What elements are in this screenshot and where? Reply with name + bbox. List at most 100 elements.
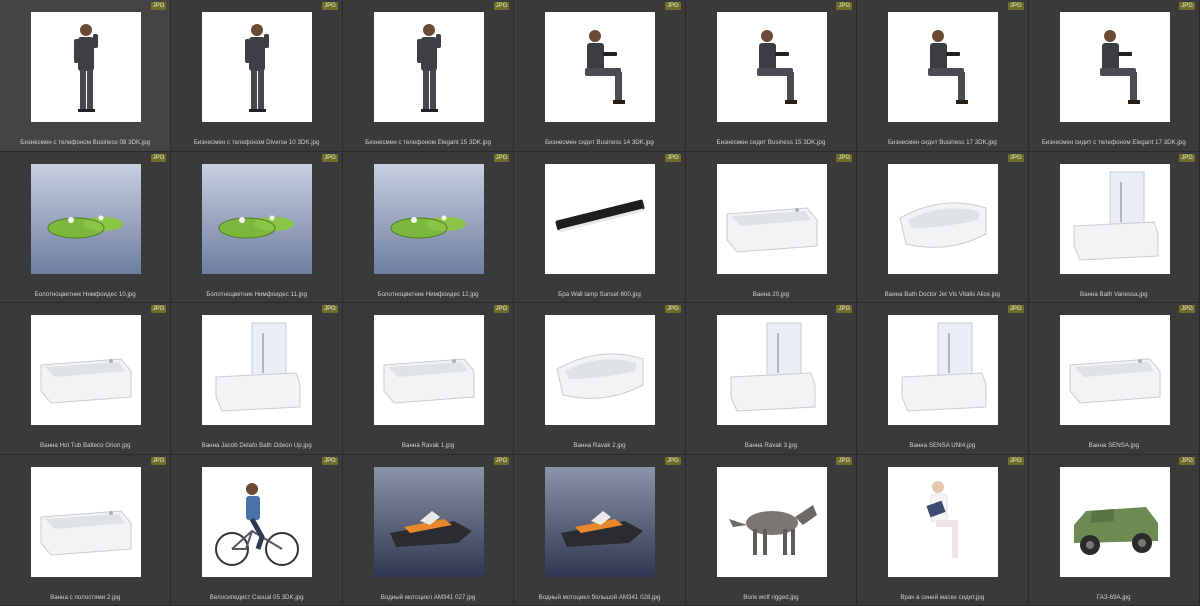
file-type-badge: JPG <box>1179 2 1195 10</box>
man-phone-thumbnail <box>31 12 141 122</box>
file-type-badge: JPG <box>836 153 853 162</box>
file-name-caption: Ванна Ravak 1.jpg <box>401 442 455 449</box>
file-type-badge: JPG <box>665 456 681 465</box>
file-tile[interactable]: JPG Ванна Ravak 3.jpg <box>685 303 858 455</box>
file-type-badge: JPG <box>836 305 853 313</box>
wall-lamp-thumbnail <box>545 163 656 274</box>
man-sitting-thumbnail <box>1059 12 1170 122</box>
file-tile[interactable]: JPG Болотноцветник Нимфоидес 10.jpg <box>0 151 172 303</box>
file-type-badge: JPG <box>1007 305 1024 313</box>
file-name-caption: Водный мотоцикл большой AM341 028.jpg <box>538 593 661 601</box>
bathtub-corner-thumbnail <box>888 163 999 274</box>
file-name-caption: Ванна 20.jpg <box>752 290 790 298</box>
file-tile[interactable]: JPG Врач в синей маске сидит.jpg <box>857 454 1029 606</box>
file-type-badge: JPG <box>1007 2 1024 10</box>
file-type-badge: JPG <box>493 153 510 162</box>
file-tile[interactable]: JPG Бизнесмен сидит с телефоном Elegant 1… <box>1028 0 1200 152</box>
file-name-caption: Волк wolf rigged.jpg <box>743 593 799 601</box>
file-type-badge: JPG <box>1007 153 1024 162</box>
file-type-badge: JPG <box>836 456 853 465</box>
file-type-badge: JPG <box>836 2 853 10</box>
file-tile[interactable]: JPG Ванна с полостями 2.jpg <box>0 454 172 606</box>
file-type-badge: JPG <box>150 2 167 10</box>
file-type-badge: JPG <box>493 456 510 465</box>
file-tile[interactable]: JPG Ванна SENSA UNI4.jpg <box>857 303 1029 455</box>
file-tile[interactable]: JPG Велосипедист Casual 05 3DK.jpg <box>171 454 343 606</box>
file-name-caption: Бизнесмен сидит Business 14 3DK.jpg <box>545 139 654 146</box>
file-tile[interactable]: JPG Болотноцветник Нимфоидес 12.jpg <box>342 151 515 303</box>
file-name-caption: Бизнесмен с телефоном Business 08 3DK.jp… <box>20 139 151 146</box>
file-type-badge: JPG <box>1007 456 1024 465</box>
file-name-caption: Болотноцветник Нимфоидес 11.jpg <box>206 290 307 298</box>
file-name-caption: Болотноцветник Нимфоидес 10.jpg <box>34 290 136 298</box>
file-tile[interactable]: JPG Ванна SENSA.jpg <box>1028 303 1200 455</box>
file-tile[interactable]: JPG Ванна Ravak 2.jpg <box>514 303 686 455</box>
file-tile[interactable]: JPG Ванна Ravak 1.jpg <box>342 303 515 455</box>
file-name-caption: ГАЗ-69А.jpg <box>1096 593 1131 601</box>
file-type-badge: JPG <box>665 153 681 162</box>
file-tile[interactable]: JPG Водный мотоцикл большой AM341 028.jpg <box>514 454 686 606</box>
file-tile[interactable]: JPG Бизнесмен сидит Business 15 3DK.jpg <box>685 0 858 152</box>
bathtub-thumbnail <box>1059 315 1170 425</box>
file-name-caption: Ванна Bath Vanessa.jpg <box>1079 290 1148 298</box>
jet-ski-thumbnail <box>545 466 656 577</box>
bathtub-thumbnail <box>716 163 827 274</box>
bathtub-screen-thumbnail <box>888 315 999 425</box>
lily-pads-thumbnail <box>202 163 313 274</box>
file-type-badge: JPG <box>150 153 167 162</box>
file-name-caption: Болотноцветник Нимфоидес 12.jpg <box>377 290 479 298</box>
bathtub-screen-thumbnail <box>1059 163 1170 274</box>
file-type-badge: JPG <box>1179 153 1195 162</box>
file-type-badge: JPG <box>322 153 338 162</box>
file-tile[interactable]: JPG Водный мотоцикл AM341 027.jpg <box>342 454 515 606</box>
bathtub-thumbnail <box>31 315 141 425</box>
file-type-badge: JPG <box>493 2 510 10</box>
file-tile[interactable]: JPG Бизнесмен сидит Business 14 3DK.jpg <box>514 0 686 152</box>
file-tile[interactable]: JPG ГАЗ-69А.jpg <box>1028 454 1200 606</box>
file-tile[interactable]: JPG Волк wolf rigged.jpg <box>685 454 858 606</box>
lily-pads-thumbnail <box>31 163 141 274</box>
file-name-caption: Бизнесмен сидит с телефоном Elegant 17 3… <box>1041 139 1186 146</box>
file-name-caption: Ванна SENSA UNI4.jpg <box>909 442 976 449</box>
file-type-badge: JPG <box>322 456 338 465</box>
file-name-caption: Бизнесмен сидит Business 15 3DK.jpg <box>716 139 826 146</box>
file-name-caption: Ванна Bath Doctor Jet Vis Vitalis Alice.… <box>884 290 1000 298</box>
file-name-caption: Ванна Hot Tub Balteco Orion.jpg <box>40 442 131 449</box>
file-name-caption: Бра Wall lamp Sunset 600.jpg <box>558 290 641 298</box>
file-tile[interactable]: JPG Бра Wall lamp Sunset 600.jpg <box>514 151 686 303</box>
file-tile[interactable]: JPG Ванна Bath Doctor Jet Vis Vitalis Ali… <box>857 151 1029 303</box>
file-tile[interactable]: JPG Ванна Bath Vanessa.jpg <box>1028 151 1200 303</box>
file-name-caption: Бизнесмен с телефоном Diverse 10 3DK.jpg <box>193 139 320 146</box>
file-name-caption: Ванна Ravak 2.jpg <box>573 442 626 449</box>
man-phone-thumbnail <box>202 12 313 122</box>
file-type-badge: JPG <box>493 305 510 313</box>
bathtub-corner-thumbnail <box>545 315 656 425</box>
file-name-caption: Велосипедист Casual 05 3DK.jpg <box>209 593 304 601</box>
man-sitting-thumbnail <box>888 12 999 122</box>
file-name-caption: Бизнесмен сидит Business 17 3DK.jpg <box>887 139 997 146</box>
file-browser-grid: JPG Бизнесмен с телефоном Business 08 3DK… <box>0 0 1200 606</box>
file-name-caption: Ванна с полостями 2.jpg <box>50 593 121 601</box>
file-type-badge: JPG <box>150 305 167 313</box>
file-tile[interactable]: JPG Бизнесмен с телефоном Elegant 15 3DK.… <box>342 0 515 152</box>
bathtub-screen-thumbnail <box>202 315 313 425</box>
file-tile[interactable]: JPG Ванна Hot Tub Balteco Orion.jpg <box>0 303 172 455</box>
file-tile[interactable]: JPG Бизнесмен сидит Business 17 3DK.jpg <box>857 0 1029 152</box>
file-type-badge: JPG <box>1179 456 1195 465</box>
file-type-badge: JPG <box>665 305 681 313</box>
jeep-thumbnail <box>1059 466 1170 577</box>
lily-pads-thumbnail <box>373 163 484 274</box>
file-tile[interactable]: JPG Бизнесмен с телефоном Business 08 3DK… <box>0 0 172 152</box>
file-tile[interactable]: JPG Бизнесмен с телефоном Diverse 10 3DK.… <box>171 0 343 152</box>
cyclist-thumbnail <box>202 466 313 577</box>
file-name-caption: Ванна Ravak 3.jpg <box>744 442 798 449</box>
file-tile[interactable]: JPG Болотноцветник Нимфоидес 11.jpg <box>171 151 343 303</box>
file-type-badge: JPG <box>150 456 167 465</box>
man-phone-thumbnail <box>373 12 484 122</box>
file-tile[interactable]: JPG Ванна 20.jpg <box>685 151 858 303</box>
file-name-caption: Врач в синей маске сидит.jpg <box>900 593 985 601</box>
file-tile[interactable]: JPG Ванна Jacob Delafo Bath Odeon Up.jpg <box>171 303 343 455</box>
file-type-badge: JPG <box>322 305 338 313</box>
file-name-caption: Ванна SENSA.jpg <box>1088 442 1139 449</box>
man-sitting-thumbnail <box>545 12 656 122</box>
